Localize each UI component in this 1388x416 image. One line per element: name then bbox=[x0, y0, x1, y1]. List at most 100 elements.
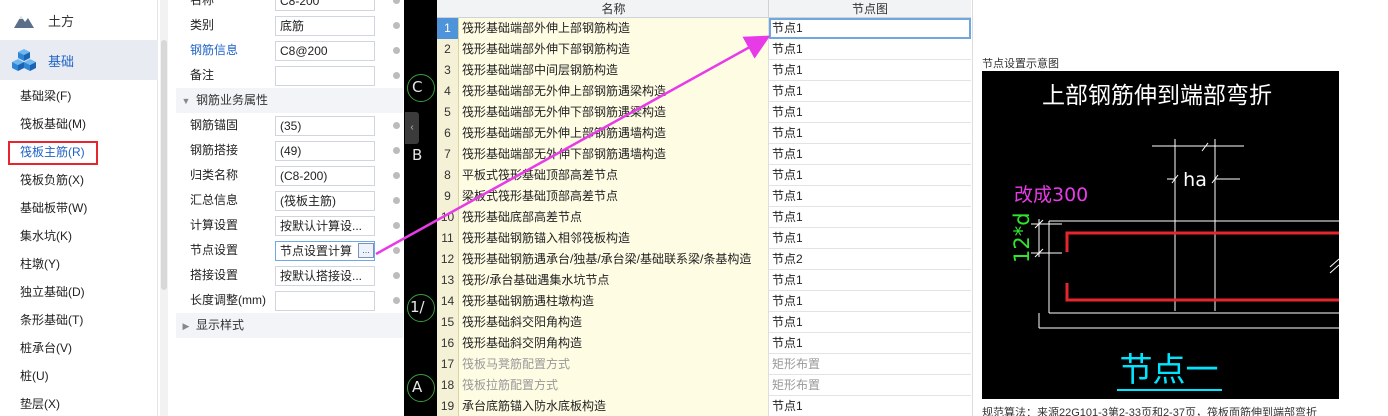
section-display-style[interactable]: ▶ 显示样式 bbox=[176, 313, 403, 338]
nav-item[interactable]: 筏板主筋(R) bbox=[0, 138, 158, 166]
row-number: 15 bbox=[437, 312, 459, 333]
row-number: 7 bbox=[437, 144, 459, 165]
nav-group-earthwork[interactable]: 土方 bbox=[0, 0, 157, 40]
property-row: 钢筋搭接 (49) bbox=[176, 138, 403, 163]
row-node-cell[interactable]: 节点1 bbox=[769, 207, 971, 228]
column-header-node[interactable]: 节点图 bbox=[769, 0, 971, 18]
attribute-dot-icon bbox=[393, 197, 400, 204]
table-row[interactable]: 7 筏形基础端部无外伸下部钢筋遇墙构造 节点1 bbox=[437, 144, 971, 165]
nav-item[interactable]: 桩(U) bbox=[0, 362, 158, 390]
row-number: 14 bbox=[437, 291, 459, 312]
nav-scrollbar-thumb[interactable] bbox=[161, 40, 167, 290]
table-row[interactable]: 1 筏形基础端部外伸上部钢筋构造 节点1 bbox=[437, 18, 971, 39]
row-name-cell: 筏形基础端部无外伸下部钢筋遇墙构造 bbox=[459, 144, 769, 165]
row-node-cell[interactable]: 节点2 bbox=[769, 249, 971, 270]
property-value-field[interactable]: 按默认搭接设... bbox=[275, 266, 375, 286]
nav-group-foundation[interactable]: 基础 bbox=[0, 40, 158, 80]
row-node-cell[interactable]: 节点1 bbox=[769, 144, 971, 165]
table-row[interactable]: 16 筏形基础斜交阴角构造 节点1 bbox=[437, 333, 971, 354]
row-node-cell[interactable]: 节点1 bbox=[769, 123, 971, 144]
section-rebar-properties[interactable]: ▼ 钢筋业务属性 bbox=[176, 88, 403, 113]
nav-item[interactable]: 筏板负筋(X) bbox=[0, 166, 158, 194]
nav-item[interactable]: 筏板基础(M) bbox=[0, 110, 158, 138]
table-row[interactable]: 3 筏形基础端部中间层钢筋构造 节点1 bbox=[437, 60, 971, 81]
nav-item-label: 独立基础(D) bbox=[20, 285, 85, 299]
table-row[interactable]: 13 筏形/承台基础遇集水坑节点 节点1 bbox=[437, 270, 971, 291]
nav-item[interactable]: 集水坑(K) bbox=[0, 222, 158, 250]
row-node-cell[interactable]: 节点1 bbox=[769, 60, 971, 81]
table-row[interactable]: 19 承台底筋锚入防水底板构造 节点1 bbox=[437, 396, 971, 416]
cad-viewport[interactable]: C B 1/ A bbox=[404, 0, 437, 416]
expand-triangle-icon: ▶ bbox=[182, 321, 190, 331]
property-value-field[interactable]: (筏板主筋) bbox=[275, 191, 375, 211]
table-row[interactable]: 6 筏形基础端部无外伸上部钢筋遇墙构造 节点1 bbox=[437, 123, 971, 144]
property-value-field[interactable]: (35) bbox=[275, 116, 375, 136]
table-row[interactable]: 15 筏形基础斜交阳角构造 节点1 bbox=[437, 312, 971, 333]
table-row[interactable]: 5 筏形基础端部无外伸下部钢筋遇梁构造 节点1 bbox=[437, 102, 971, 123]
property-value-field[interactable]: 按默认计算设... bbox=[275, 216, 375, 236]
property-row: 钢筋信息 C8@200 bbox=[176, 38, 403, 63]
property-value-field[interactable]: C8-200 bbox=[275, 0, 375, 11]
property-row: 搭接设置 按默认搭接设... bbox=[176, 263, 403, 288]
property-value-field[interactable] bbox=[275, 66, 375, 86]
row-number: 11 bbox=[437, 228, 459, 249]
nav-item-label: 桩(U) bbox=[20, 369, 49, 383]
property-value-field[interactable]: (49) bbox=[275, 141, 375, 161]
table-row[interactable]: 11 筏形基础钢筋锚入相邻筏板构造 节点1 bbox=[437, 228, 971, 249]
nav-item[interactable]: 垫层(X) bbox=[0, 390, 158, 416]
edit-node-settings-button[interactable]: ... bbox=[358, 243, 374, 258]
nav-scrollbar[interactable] bbox=[160, 0, 168, 416]
table-row[interactable]: 17 筏板马凳筋配置方式 矩形布置 bbox=[437, 354, 971, 375]
property-label: 汇总信息 bbox=[190, 193, 239, 207]
row-node-cell[interactable]: 节点1 bbox=[769, 102, 971, 123]
row-node-cell[interactable]: 节点1 bbox=[769, 81, 971, 102]
axis-label-1: 1/ bbox=[410, 298, 425, 316]
attribute-dot-icon bbox=[393, 47, 400, 54]
property-value-field[interactable]: 底筋 bbox=[275, 16, 375, 36]
row-node-cell[interactable]: 矩形布置 bbox=[769, 354, 971, 375]
property-value-field[interactable]: C8@200 bbox=[275, 41, 375, 61]
row-number: 3 bbox=[437, 60, 459, 81]
node-preview-panel: 节点设置示意图 上部钢筋伸到端部弯折 ha 12*d 改成300 节点一 规范算… bbox=[972, 0, 1388, 416]
nav-item[interactable]: 基础梁(F) bbox=[0, 82, 158, 110]
table-row[interactable]: 10 筏形基础底部高差节点 节点1 bbox=[437, 207, 971, 228]
row-number: 5 bbox=[437, 102, 459, 123]
attribute-dot-icon bbox=[393, 0, 400, 4]
nav-item-label: 筏板负筋(X) bbox=[20, 173, 84, 187]
nav-item[interactable]: 桩承台(V) bbox=[0, 334, 158, 362]
row-node-cell[interactable]: 节点1 bbox=[769, 165, 971, 186]
nav-item[interactable]: 基础板带(W) bbox=[0, 194, 158, 222]
table-row[interactable]: 9 梁板式筏形基础顶部高差节点 节点1 bbox=[437, 186, 971, 207]
drawing-title: 上部钢筋伸到端部弯折 bbox=[1042, 83, 1272, 109]
row-node-cell[interactable]: 节点1 bbox=[769, 228, 971, 249]
table-row[interactable]: 12 筏形基础钢筋遇承台/独基/承台梁/基础联系梁/条基构造 节点2 bbox=[437, 249, 971, 270]
row-node-cell[interactable]: 节点1 bbox=[769, 186, 971, 207]
row-node-cell[interactable]: 节点1 bbox=[769, 18, 971, 39]
property-value-field[interactable] bbox=[275, 291, 375, 311]
property-value-field[interactable]: (C8-200) bbox=[275, 166, 375, 186]
row-node-cell[interactable]: 矩形布置 bbox=[769, 375, 971, 396]
nav-item[interactable]: 条形基础(T) bbox=[0, 306, 158, 334]
nav-item-label: 基础板带(W) bbox=[20, 201, 88, 215]
property-label: 节点设置 bbox=[190, 243, 239, 257]
property-row: 归类名称 (C8-200) bbox=[176, 163, 403, 188]
row-name-cell: 筏形基础端部外伸下部钢筋构造 bbox=[459, 39, 769, 60]
panel-collapse-button[interactable]: ‹ bbox=[405, 112, 419, 144]
row-node-cell[interactable]: 节点1 bbox=[769, 39, 971, 60]
table-row[interactable]: 4 筏形基础端部无外伸上部钢筋遇梁构造 节点1 bbox=[437, 81, 971, 102]
section-title: 钢筋业务属性 bbox=[196, 93, 269, 107]
table-row[interactable]: 14 筏形基础钢筋遇柱墩构造 节点1 bbox=[437, 291, 971, 312]
row-node-cell[interactable]: 节点1 bbox=[769, 396, 971, 416]
dim-ha: ha bbox=[1183, 169, 1207, 191]
row-node-cell[interactable]: 节点1 bbox=[769, 270, 971, 291]
column-header-name[interactable]: 名称 bbox=[459, 0, 769, 18]
row-number: 12 bbox=[437, 249, 459, 270]
row-node-cell[interactable]: 节点1 bbox=[769, 312, 971, 333]
table-row[interactable]: 8 平板式筏形基础顶部高差节点 节点1 bbox=[437, 165, 971, 186]
nav-item[interactable]: 独立基础(D) bbox=[0, 278, 158, 306]
table-row[interactable]: 2 筏形基础端部外伸下部钢筋构造 节点1 bbox=[437, 39, 971, 60]
row-node-cell[interactable]: 节点1 bbox=[769, 333, 971, 354]
nav-item[interactable]: 柱墩(Y) bbox=[0, 250, 158, 278]
table-row[interactable]: 18 筏板拉筋配置方式 矩形布置 bbox=[437, 375, 971, 396]
row-node-cell[interactable]: 节点1 bbox=[769, 291, 971, 312]
